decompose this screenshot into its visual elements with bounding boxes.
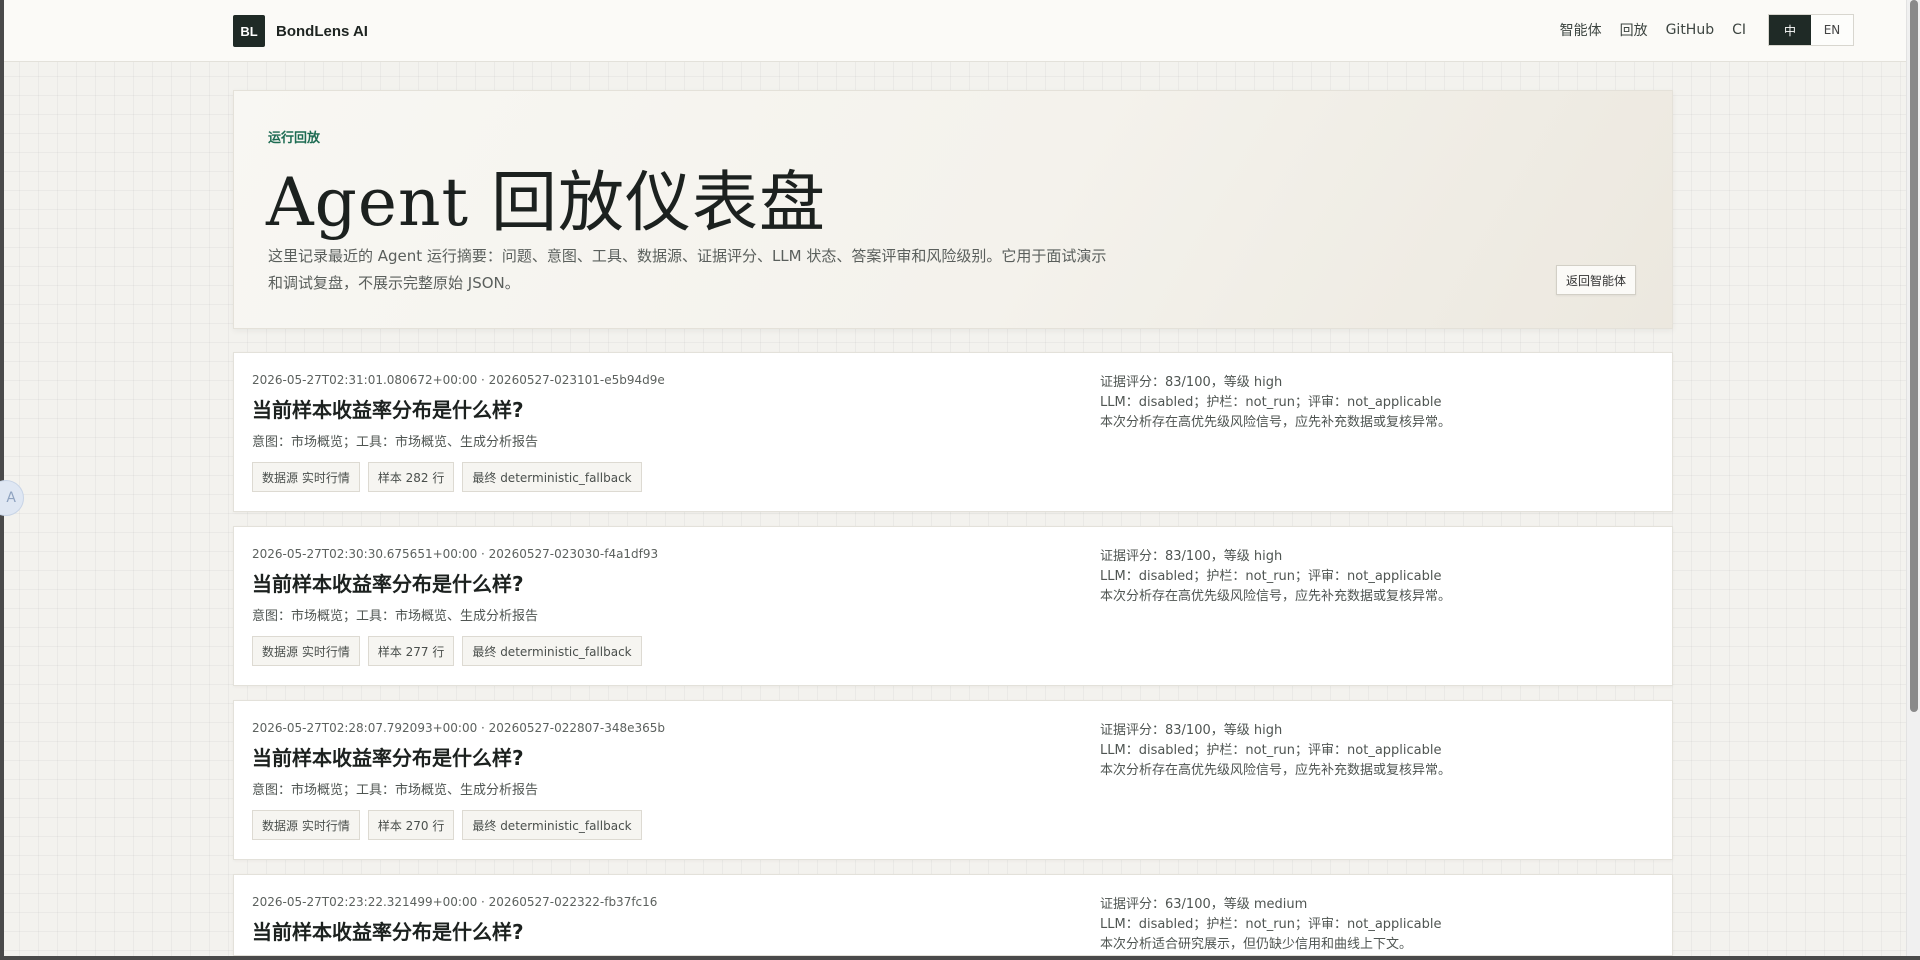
run-tags: 数据源 实时行情 样本 282 行 最终 deterministic_fallb… [252, 462, 650, 492]
window-frame-bottom [0, 956, 1920, 960]
language-toggle: 中 EN [1768, 14, 1854, 46]
run-summary: 证据评分：83/100，等级 high LLM：disabled；护栏：not_… [1100, 547, 1451, 607]
run-tags: 数据源 实时行情 样本 277 行 最终 deterministic_fallb… [252, 636, 650, 666]
hero-eyebrow: 运行回放 [268, 131, 321, 146]
back-to-agent-button[interactable]: 返回智能体 [1555, 265, 1636, 295]
run-intent: 意图：市场概览；工具：市场概览、生成分析报告 [252, 435, 539, 450]
nav-link-agent[interactable]: 智能体 [1560, 20, 1602, 40]
run-card[interactable]: 2026-05-27T02:31:01.080672+00:00 · 20260… [233, 352, 1673, 512]
run-evidence-score: 证据评分：63/100，等级 medium [1100, 897, 1308, 912]
run-llm-status: LLM：disabled；护栏：not_run；评审：not_applicabl… [1100, 743, 1442, 758]
run-summary: 证据评分：83/100，等级 high LLM：disabled；护栏：not_… [1100, 721, 1451, 781]
tag-sample-size: 样本 282 行 [367, 462, 455, 492]
tag-sample-size: 样本 270 行 [367, 810, 455, 840]
brand[interactable]: BL BondLens AI [233, 15, 368, 47]
tag-sample-size: 样本 277 行 [367, 636, 455, 666]
hero-panel: 运行回放 Agent 回放仪表盘 这里记录最近的 Agent 运行摘要：问题、意… [233, 90, 1673, 329]
lang-button-en[interactable]: EN [1811, 15, 1853, 45]
tag-final-mode: 最终 deterministic_fallback [462, 810, 642, 840]
run-meta: 2026-05-27T02:28:07.792093+00:00 · 20260… [252, 721, 666, 735]
run-evidence-score: 证据评分：83/100，等级 high [1100, 549, 1283, 564]
run-intent: 意图：市场概览；工具：市场概览、生成分析报告 [252, 609, 539, 624]
run-meta: 2026-05-27T02:31:01.080672+00:00 · 20260… [252, 373, 665, 387]
page-title: Agent 回放仪表盘 [266, 164, 826, 241]
run-card[interactable]: 2026-05-27T02:30:30.675651+00:00 · 20260… [233, 526, 1673, 686]
run-question: 当前样本收益率分布是什么样? [252, 746, 524, 770]
tag-data-source: 数据源 实时行情 [252, 810, 360, 840]
run-evidence-score: 证据评分：83/100，等级 high [1100, 723, 1283, 738]
run-meta: 2026-05-27T02:23:22.321499+00:00 · 20260… [252, 895, 658, 909]
run-question: 当前样本收益率分布是什么样? [252, 398, 524, 422]
page-scrollbar[interactable] [1906, 0, 1920, 960]
run-summary: 证据评分：63/100，等级 medium LLM：disabled；护栏：no… [1100, 895, 1442, 955]
nav-link-ci[interactable]: CI [1732, 22, 1746, 38]
run-question: 当前样本收益率分布是什么样? [252, 572, 524, 596]
brand-name: BondLens AI [276, 22, 368, 40]
run-risk-note: 本次分析适合研究展示，但仍缺少信用和曲线上下文。 [1100, 937, 1413, 952]
run-card[interactable]: 2026-05-27T02:23:22.321499+00:00 · 20260… [233, 874, 1673, 956]
run-llm-status: LLM：disabled；护栏：not_run；评审：not_applicabl… [1100, 395, 1442, 410]
run-question: 当前样本收益率分布是什么样? [252, 920, 524, 944]
run-meta: 2026-05-27T02:30:30.675651+00:00 · 20260… [252, 547, 659, 561]
hero-description: 这里记录最近的 Agent 运行摘要：问题、意图、工具、数据源、证据评分、LLM… [268, 247, 1107, 292]
main-nav: 智能体 回放 GitHub CI 中 EN [1560, 14, 1854, 46]
nav-link-replay[interactable]: 回放 [1620, 20, 1648, 40]
run-summary: 证据评分：83/100，等级 high LLM：disabled；护栏：not_… [1100, 373, 1451, 433]
tag-data-source: 数据源 实时行情 [252, 636, 360, 666]
run-risk-note: 本次分析存在高优先级风险信号，应先补充数据或复核异常。 [1100, 589, 1452, 604]
run-risk-note: 本次分析存在高优先级风险信号，应先补充数据或复核异常。 [1100, 763, 1452, 778]
run-card[interactable]: 2026-05-27T02:28:07.792093+00:00 · 20260… [233, 700, 1673, 860]
tag-final-mode: 最终 deterministic_fallback [462, 636, 642, 666]
run-risk-note: 本次分析存在高优先级风险信号，应先补充数据或复核异常。 [1100, 415, 1452, 430]
top-navbar: BL BondLens AI 智能体 回放 GitHub CI 中 EN [4, 0, 1906, 62]
scrollbar-thumb[interactable] [1910, 0, 1918, 712]
nav-link-github[interactable]: GitHub [1666, 22, 1715, 38]
run-tags: 数据源 实时行情 样本 270 行 最终 deterministic_fallb… [252, 810, 650, 840]
run-llm-status: LLM：disabled；护栏：not_run；评审：not_applicabl… [1100, 569, 1442, 584]
brand-logo: BL [233, 15, 265, 47]
tag-data-source: 数据源 实时行情 [252, 462, 360, 492]
run-evidence-score: 证据评分：83/100，等级 high [1100, 375, 1283, 390]
side-floating-button[interactable]: A [0, 480, 24, 516]
lang-button-zh[interactable]: 中 [1769, 15, 1811, 45]
run-intent: 意图：市场概览；工具：市场概览、生成分析报告 [252, 783, 539, 798]
tag-final-mode: 最终 deterministic_fallback [462, 462, 642, 492]
run-llm-status: LLM：disabled；护栏：not_run；评审：not_applicabl… [1100, 917, 1442, 932]
